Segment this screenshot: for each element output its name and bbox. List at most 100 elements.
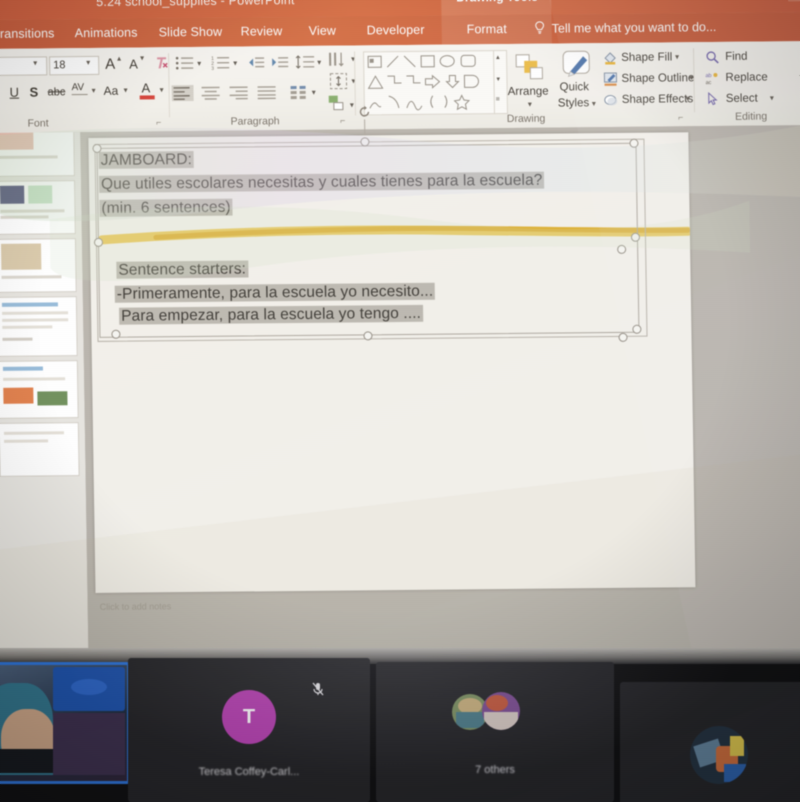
text-shadow-button[interactable]: S — [29, 85, 38, 100]
tab-format[interactable]: Format — [467, 22, 507, 36]
justify-icon[interactable] — [256, 84, 278, 100]
line-spacing-chevron-icon[interactable]: ▾ — [317, 58, 321, 67]
shape-effects-button[interactable]: Shape Effects — [622, 93, 694, 106]
shape-fill-button[interactable]: Shape Fill — [621, 51, 672, 63]
select-button[interactable]: Select — [726, 93, 758, 105]
smartart-chevron-icon[interactable]: ▾ — [350, 100, 354, 109]
shape-effects-icon[interactable] — [604, 93, 618, 107]
text-direction-icon[interactable] — [327, 51, 349, 69]
decrease-indent-icon[interactable] — [247, 54, 265, 70]
strikethrough-button[interactable]: abc — [48, 86, 66, 98]
align-left-icon[interactable] — [171, 85, 194, 102]
arrange-icon[interactable] — [515, 54, 545, 82]
text-box-selection-outer[interactable] — [94, 138, 648, 342]
pen-outline-icon[interactable] — [603, 72, 618, 86]
font-name-box[interactable] — [0, 56, 48, 77]
shape-outline-button[interactable]: Shape Outline — [621, 72, 694, 85]
columns-icon[interactable] — [290, 84, 308, 100]
shapes-more-icon[interactable]: ≡ — [496, 96, 500, 103]
font-size-chevron-icon[interactable]: ▾ — [86, 58, 90, 67]
font-color-chevron-icon[interactable]: ▾ — [160, 85, 164, 94]
resize-handle-bottom-center[interactable] — [363, 331, 373, 341]
tab-developer[interactable]: Developer — [367, 23, 425, 38]
arrange-label[interactable]: Arrange — [508, 86, 549, 98]
align-center-icon[interactable] — [200, 85, 222, 101]
tell-me-search[interactable]: Tell me what you want to do... — [552, 20, 717, 36]
resize-handle-bottom-right[interactable] — [632, 324, 642, 334]
columns-chevron-icon[interactable]: ▾ — [312, 88, 316, 97]
paint-bucket-icon[interactable] — [603, 51, 617, 65]
bullets-chevron-icon[interactable]: ▾ — [197, 59, 201, 68]
slide-thumbnail[interactable] — [0, 180, 76, 235]
resize-handle-secondary-bottom-right[interactable] — [618, 332, 628, 342]
align-text-icon[interactable] — [329, 73, 348, 90]
shapes-scroll-down-icon[interactable]: ▾ — [496, 76, 500, 83]
tab-animations[interactable]: Animations — [75, 26, 138, 41]
clear-formatting-icon[interactable] — [153, 54, 169, 71]
drawing-dialog-launcher[interactable]: ⌐ — [678, 112, 683, 122]
font-dialog-launcher[interactable]: ⌐ — [156, 117, 161, 127]
select-chevron-icon[interactable]: ▾ — [770, 93, 774, 102]
resize-handle-top-left[interactable] — [92, 143, 102, 153]
rotate-handle-icon[interactable] — [358, 105, 371, 118]
resize-handle-top-center[interactable] — [360, 137, 370, 147]
resize-handle-bottom-left[interactable] — [111, 329, 121, 339]
font-name-chevron-icon[interactable]: ▾ — [33, 59, 37, 68]
paragraph-dialog-launcher[interactable]: ⌐ — [340, 116, 345, 126]
slide-thumbnail[interactable] — [0, 238, 77, 293]
replace-icon[interactable]: ab ac — [705, 71, 719, 85]
tab-review[interactable]: Review — [241, 24, 283, 38]
change-case-button[interactable]: Aa — [103, 84, 118, 98]
change-case-chevron-icon[interactable]: ▾ — [124, 86, 128, 95]
shape-effects-chevron-icon[interactable]: ▾ — [686, 94, 690, 103]
tile-participant[interactable]: T Teresa Coffey-Carl... — [128, 658, 370, 802]
tab-transitions[interactable]: Transitions — [0, 26, 55, 41]
slide-thumbnail[interactable] — [0, 296, 78, 357]
shapes-scroll-up-icon[interactable]: ▴ — [496, 54, 500, 61]
increase-indent-icon[interactable] — [271, 54, 289, 70]
tile-active-speaker[interactable] — [0, 662, 130, 784]
resize-handle-middle-right[interactable] — [630, 232, 641, 242]
quick-styles-icon[interactable] — [561, 49, 593, 79]
tile-others[interactable]: 7 others — [376, 662, 614, 802]
restore-icon[interactable] — [788, 0, 800, 2]
quick-styles-label-line2[interactable]: Styles — [558, 97, 590, 109]
tile-participant-4[interactable] — [620, 682, 800, 802]
quick-styles-chevron-icon[interactable]: ▾ — [592, 99, 596, 108]
slide-thumbnail[interactable] — [0, 132, 75, 177]
character-spacing-button[interactable]: AV — [71, 82, 84, 93]
increase-font-size-button[interactable]: A — [105, 56, 115, 73]
shape-fill-chevron-icon[interactable]: ▾ — [675, 52, 679, 61]
underline-button[interactable]: U — [9, 85, 19, 100]
line-spacing-icon[interactable] — [295, 54, 315, 70]
slide-surface[interactable]: JAMBOARD: Que utiles escolares necesitas… — [88, 105, 696, 593]
font-color-swatch[interactable] — [139, 95, 155, 100]
tab-slide-show[interactable]: Slide Show — [159, 25, 223, 40]
align-right-icon[interactable] — [228, 84, 250, 100]
arrange-chevron-icon[interactable]: ▾ — [528, 100, 532, 109]
numbering-icon[interactable]: 1 2 3 — [211, 55, 231, 71]
replace-button[interactable]: Replace — [725, 71, 767, 83]
cursor-arrow-icon[interactable] — [706, 91, 720, 106]
decrease-font-size-button[interactable]: A — [129, 57, 138, 72]
resize-handle-top-right[interactable] — [629, 138, 639, 148]
quick-styles-label-line1[interactable]: Quick — [560, 81, 590, 93]
magnifier-icon[interactable] — [705, 50, 719, 64]
shapes-gallery[interactable] — [363, 50, 497, 116]
slide-canvas-area[interactable]: JAMBOARD: Que utiles escolares necesitas… — [80, 105, 800, 680]
bullets-icon[interactable] — [175, 55, 195, 71]
tab-view[interactable]: View — [309, 24, 337, 38]
slide-thumbnail[interactable] — [0, 422, 80, 477]
resize-handle-secondary-right[interactable] — [617, 244, 627, 254]
numbering-chevron-icon[interactable]: ▾ — [233, 59, 237, 68]
paragraph-group-label: Paragraph — [230, 115, 280, 128]
resize-handle-middle-left[interactable] — [93, 237, 104, 247]
convert-smartart-icon[interactable] — [328, 95, 348, 113]
character-spacing-chevron-icon[interactable]: ▾ — [92, 86, 96, 95]
slide-thumbnail[interactable] — [0, 360, 79, 419]
slide-thumbnail-pane[interactable] — [0, 132, 89, 680]
font-color-button[interactable]: A — [141, 80, 150, 95]
find-button[interactable]: Find — [725, 51, 748, 63]
screenshot-root: 5.24 school_supplies - PowerPoint Drawin… — [0, 0, 800, 802]
notes-placeholder[interactable]: Click to add notes — [100, 601, 172, 612]
